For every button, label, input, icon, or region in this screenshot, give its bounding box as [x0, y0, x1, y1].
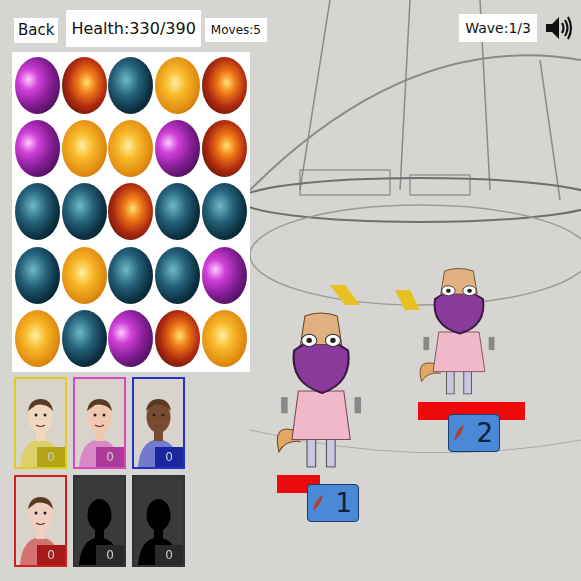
orb[interactable] [202, 183, 247, 240]
orb[interactable] [155, 183, 200, 240]
orb[interactable] [202, 57, 247, 114]
hero-card[interactable]: 0 [14, 475, 67, 567]
enemy-number-badge: 1 [307, 484, 359, 522]
enemy-type-icon [452, 423, 466, 443]
orb[interactable] [202, 310, 247, 367]
hero-card[interactable]: 0 [73, 377, 126, 469]
hero-card[interactable]: 0 [14, 377, 67, 469]
orb[interactable] [62, 183, 107, 240]
moves-display: Moves:5 [205, 18, 267, 42]
orb[interactable] [108, 247, 153, 304]
orb[interactable] [15, 120, 60, 177]
orb[interactable] [155, 120, 200, 177]
alien-icon [410, 266, 506, 398]
back-button[interactable]: Back [14, 18, 58, 43]
hero-card[interactable]: 0 [132, 377, 185, 469]
orb[interactable] [108, 183, 153, 240]
alien-enemy[interactable] [266, 310, 374, 472]
speaker-icon[interactable] [543, 13, 573, 43]
hero-charge-badge: 0 [37, 545, 65, 565]
orb[interactable] [15, 310, 60, 367]
hero-charge-badge: 0 [96, 447, 124, 467]
enemy-type-icon [311, 493, 325, 513]
orb[interactable] [108, 120, 153, 177]
orb[interactable] [15, 247, 60, 304]
hero-card[interactable]: 0 [132, 475, 185, 567]
hero-card[interactable]: 0 [73, 475, 126, 567]
orb[interactable] [62, 310, 107, 367]
orb-board [12, 52, 250, 372]
orb[interactable] [155, 247, 200, 304]
hero-charge-badge: 0 [96, 545, 124, 565]
wave-display: Wave:1/3 [459, 14, 537, 42]
orb[interactable] [202, 247, 247, 304]
orb[interactable] [15, 57, 60, 114]
orb[interactable] [108, 57, 153, 114]
orb[interactable] [15, 183, 60, 240]
orb[interactable] [155, 310, 200, 367]
top-bar: Back Health:330/390 Moves:5 Wave:1/3 [0, 0, 581, 52]
hero-charge-badge: 0 [37, 447, 65, 467]
alien-icon [266, 310, 374, 472]
alien-enemy[interactable] [410, 266, 506, 398]
orb[interactable] [155, 57, 200, 114]
orb[interactable] [202, 120, 247, 177]
health-display: Health:330/390 [66, 10, 200, 47]
enemy-number-badge: 2 [448, 414, 500, 452]
orb[interactable] [62, 247, 107, 304]
game-screen: Back Health:330/390 Moves:5 Wave:1/3 0 0… [0, 0, 581, 581]
hero-charge-badge: 0 [155, 447, 183, 467]
orb[interactable] [108, 310, 153, 367]
orb[interactable] [62, 120, 107, 177]
orb[interactable] [62, 57, 107, 114]
hero-charge-badge: 0 [155, 545, 183, 565]
